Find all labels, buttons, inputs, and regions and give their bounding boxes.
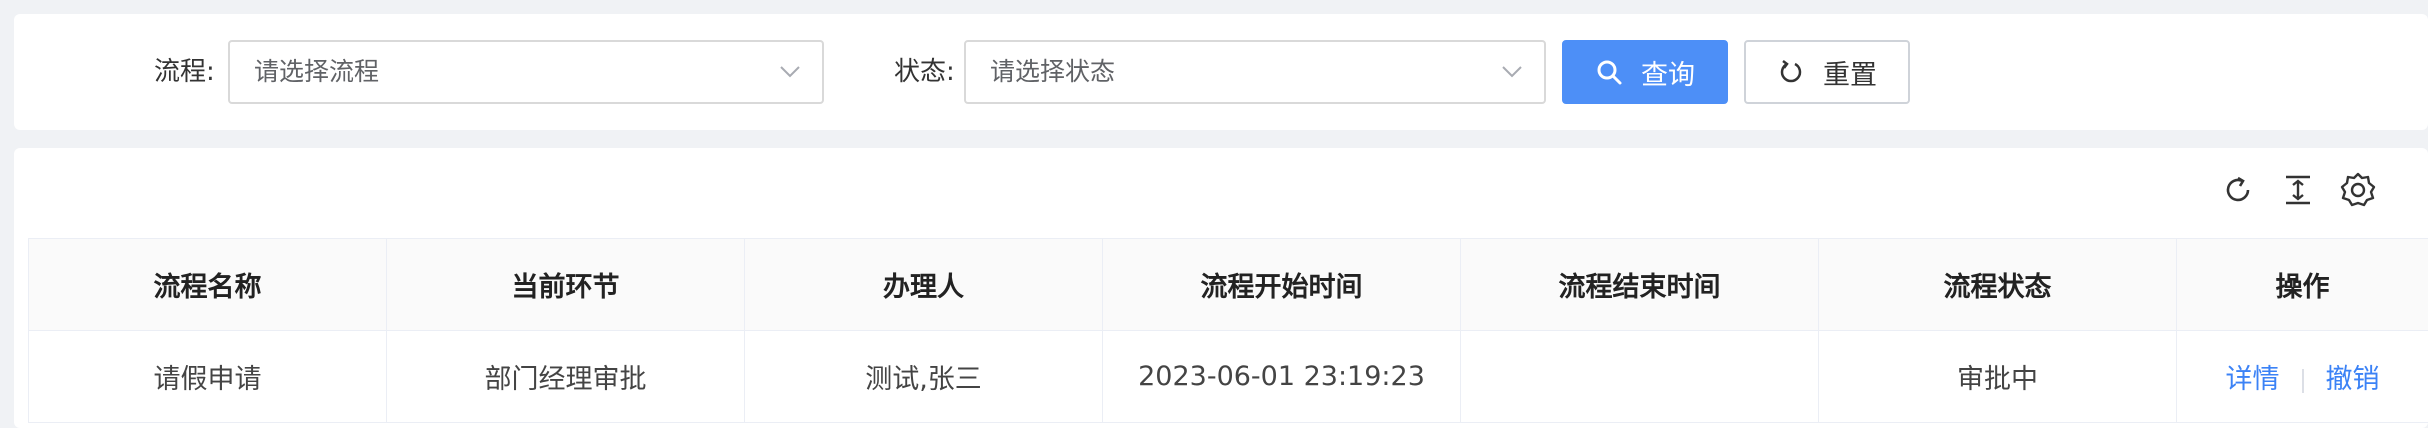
cell-actions: 详情 撤销 (2176, 330, 2428, 423)
status-label: 状态: (894, 57, 955, 87)
query-button-label: 查询 (1641, 59, 1695, 91)
reset-button-label: 重置 (1823, 59, 1877, 91)
reset-button[interactable]: 重置 (1744, 40, 1910, 104)
settings-icon[interactable] (2336, 168, 2380, 212)
table-row: 请假申请 部门经理审批 测试,张三 2023-06-01 23:19:23 审批… (28, 330, 2428, 423)
process-select-placeholder: 请选择流程 (254, 57, 380, 86)
header-start-time: 流程开始时间 (1102, 238, 1461, 331)
cell-handler: 测试,张三 (744, 330, 1103, 423)
process-select[interactable]: 请选择流程 (228, 40, 824, 104)
header-process-name: 流程名称 (28, 238, 387, 331)
cell-process-name: 请假申请 (28, 330, 387, 423)
refresh-icon[interactable] (2216, 168, 2260, 212)
revoke-link[interactable]: 撤销 (2326, 364, 2380, 395)
reset-icon (1780, 60, 1802, 83)
search-icon (1597, 60, 1622, 85)
cell-status: 审批中 (1818, 330, 2177, 423)
table-header-row: 流程名称 当前环节 办理人 流程开始时间 流程结束时间 流程状态 操作 (28, 238, 2428, 331)
status-select-placeholder: 请选择状态 (990, 57, 1116, 86)
process-label: 流程: (154, 57, 215, 87)
status-select[interactable]: 请选择状态 (964, 40, 1546, 104)
cell-end-time (1460, 330, 1819, 423)
column-height-icon[interactable] (2276, 168, 2320, 212)
header-status: 流程状态 (1818, 238, 2177, 331)
action-divider (2301, 368, 2304, 393)
search-panel: 流程: 请选择流程 状态: 请选择状态 查询 重置 (14, 14, 2428, 130)
cell-start-time: 2023-06-01 23:19:23 (1102, 330, 1461, 423)
header-handler: 办理人 (744, 238, 1103, 331)
chevron-down-icon (780, 66, 800, 78)
table-panel: 流程名称 当前环节 办理人 流程开始时间 流程结束时间 流程状态 操作 请假申请… (14, 148, 2428, 428)
process-table: 流程名称 当前环节 办理人 流程开始时间 流程结束时间 流程状态 操作 请假申请… (28, 238, 2428, 423)
chevron-down-icon (1502, 66, 1522, 78)
detail-link[interactable]: 详情 (2226, 364, 2280, 395)
header-current-step: 当前环节 (386, 238, 745, 331)
cell-current-step: 部门经理审批 (386, 330, 745, 423)
query-button[interactable]: 查询 (1562, 40, 1728, 104)
header-end-time: 流程结束时间 (1460, 238, 1819, 331)
header-actions: 操作 (2176, 238, 2428, 331)
